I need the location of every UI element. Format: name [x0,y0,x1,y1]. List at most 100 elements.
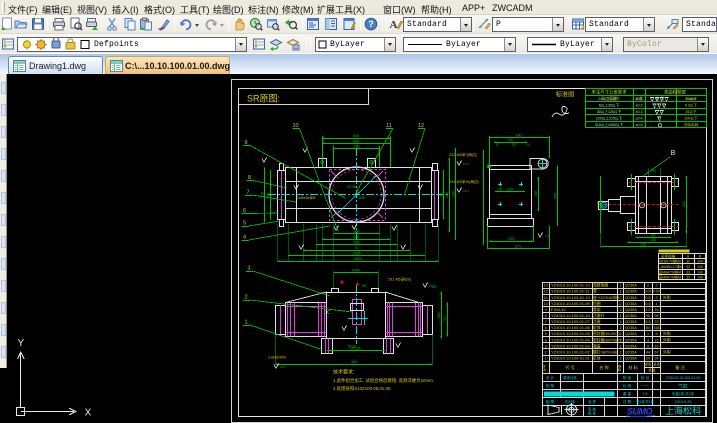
svg-text:4: 4 [545,338,547,342]
svg-text:60: 60 [652,169,656,173]
svg-text:缸体: 缸体 [593,356,601,361]
svg-text:名 称: 名 称 [599,364,609,371]
svg-text:份量1张-共1张: 份量1张-共1张 [672,391,694,396]
svg-text:Q235A: Q235A [625,302,637,306]
svg-text:#460: #460 [352,268,360,272]
svg-text:200: 200 [451,191,455,197]
svg-text:115: 115 [443,316,447,322]
svg-text:A: A [687,255,690,259]
svg-text:会 签: 会 签 [588,399,596,404]
svg-text:7: 7 [246,190,249,196]
svg-text:32: 32 [686,260,690,264]
svg-text:2X2-M5深7(两边): 2X2-M5深7(两边) [449,152,477,157]
svg-text:250: 250 [507,138,513,142]
svg-text:0.07: 0.07 [653,290,660,294]
svg-text:13: 13 [544,284,548,288]
svg-text:B: B [699,255,702,259]
svg-text:460: 460 [351,360,357,364]
svg-text:2: 2 [619,308,621,312]
svg-text:±0.3: ±0.3 [636,110,643,114]
svg-text:A: A [390,19,398,31]
svg-text:YZ3010.10.100.01-07: YZ3010.10.100.01-07 [551,319,590,324]
svg-text:Q235A: Q235A [625,332,637,336]
svg-text:Y: Y [17,338,24,349]
svg-text:活塞: 活塞 [593,319,601,324]
svg-text:备 注: 备 注 [675,364,685,371]
svg-text:螺钉GB70-M8: 螺钉GB70-M8 [593,349,617,354]
svg-text:YZ3010.10.100.01-09: YZ3010.10.100.01-09 [551,301,590,306]
svg-text:高M6A/7M排M: 高M6A/7M排M [659,275,681,280]
svg-text:气缸: 气缸 [678,382,688,388]
svg-text:32: 32 [686,265,690,269]
svg-text:设 计: 设 计 [546,375,555,380]
svg-text:5.5: 5.5 [646,320,651,324]
svg-text:YZ3010.10.100.01-06: YZ3010.10.100.01-06 [551,325,590,330]
svg-text:360: 360 [437,312,441,318]
svg-text:重 量: 重 量 [623,391,632,396]
svg-text:Q235A: Q235A [625,320,637,324]
svg-text:外购: 外购 [663,349,671,354]
svg-text:150: 150 [534,191,538,197]
svg-text:上海松科: 上海松科 [665,405,701,416]
svg-text:6: 6 [647,344,649,348]
svg-text:6: 6 [545,326,547,330]
svg-text:单重: 单重 [645,362,652,367]
svg-text:2: 2 [619,338,621,342]
svg-text:4: 4 [243,235,246,241]
svg-text:B: B [355,246,358,250]
svg-text:6.3以下: 6.3以下 [685,104,698,108]
svg-text:Q235A: Q235A [625,314,637,318]
svg-text:12: 12 [544,290,548,294]
svg-text:40°45': 40°45' [347,185,357,189]
svg-text:120以上315以下: 120以上315以下 [596,116,623,121]
svg-text:44: 44 [646,350,650,354]
svg-text:1: 1 [619,320,621,324]
svg-text:2: 2 [619,302,621,306]
svg-text:表面粗糙度: 表面粗糙度 [664,89,687,96]
svg-text:YZ3010.10.100-01.01: YZ3010.10.100-01.01 [551,356,590,361]
svg-text:50: 50 [512,143,516,147]
svg-text:12.5: 12.5 [280,365,286,369]
svg-text:125: 125 [596,201,600,207]
svg-text:FJ04-42: FJ04-42 [551,307,566,312]
svg-text:2: 2 [244,295,247,301]
svg-text:540: 540 [553,193,557,199]
svg-text:70: 70 [498,187,502,191]
svg-text:±0.1: ±0.1 [636,97,643,101]
svg-text:84: 84 [646,326,650,330]
svg-text:5: 5 [545,332,547,336]
svg-text:缸体: 缸体 [593,325,601,330]
svg-text:第1张/共1张: 第1张/共1张 [636,399,654,404]
svg-text:总重: 总重 [653,362,660,367]
svg-text:批 准: 批 准 [588,411,596,416]
svg-text:6以上30以下: 6以上30以下 [599,103,620,108]
svg-text:98: 98 [655,314,659,318]
svg-text:SR原图:: SR原图: [247,94,280,104]
svg-text:2: 2 [656,296,658,300]
svg-text:密封圈GB-9000: 密封圈GB-9000 [593,331,620,336]
svg-text:66: 66 [651,233,655,237]
svg-text:YZ3010.10.100.01-04: YZ3010.10.100.01-04 [551,337,590,342]
svg-text:175A: 175A [352,251,361,255]
svg-text:8: 8 [545,314,547,318]
svg-text:总M6A/7M排M: 总M6A/7M排M [659,269,681,274]
svg-text:Q235A: Q235A [625,344,637,348]
svg-text:125: 125 [682,201,686,207]
svg-text:外购: 外购 [663,331,671,336]
svg-text:136: 136 [640,242,646,246]
svg-text:30以上120以下: 30以上120以下 [597,109,622,114]
svg-text:数量: 数量 [617,364,622,371]
svg-text:12.5: 12.5 [463,162,469,166]
svg-text:20: 20 [526,143,530,147]
svg-text:2X1-M5深6(S): 2X1-M5深6(S) [388,277,411,282]
svg-text:2: 2 [619,326,621,330]
svg-text:0.5: 0.5 [646,302,651,306]
svg-text:±0.5: ±0.5 [636,123,643,127]
svg-text:模流分析: 模流分析 [563,375,577,380]
svg-text:67: 67 [655,350,659,354]
svg-text:座 YZ/7016排M: 座 YZ/7016排M [593,295,619,300]
svg-text:端盖: 端盖 [593,343,601,348]
svg-text:6.3: 6.3 [545,234,550,238]
svg-text:YZ3010.10.100.01-02: YZ3010.10.100.01-02 [551,349,590,354]
svg-text:调整垫圈: 调整垫圈 [593,283,608,288]
